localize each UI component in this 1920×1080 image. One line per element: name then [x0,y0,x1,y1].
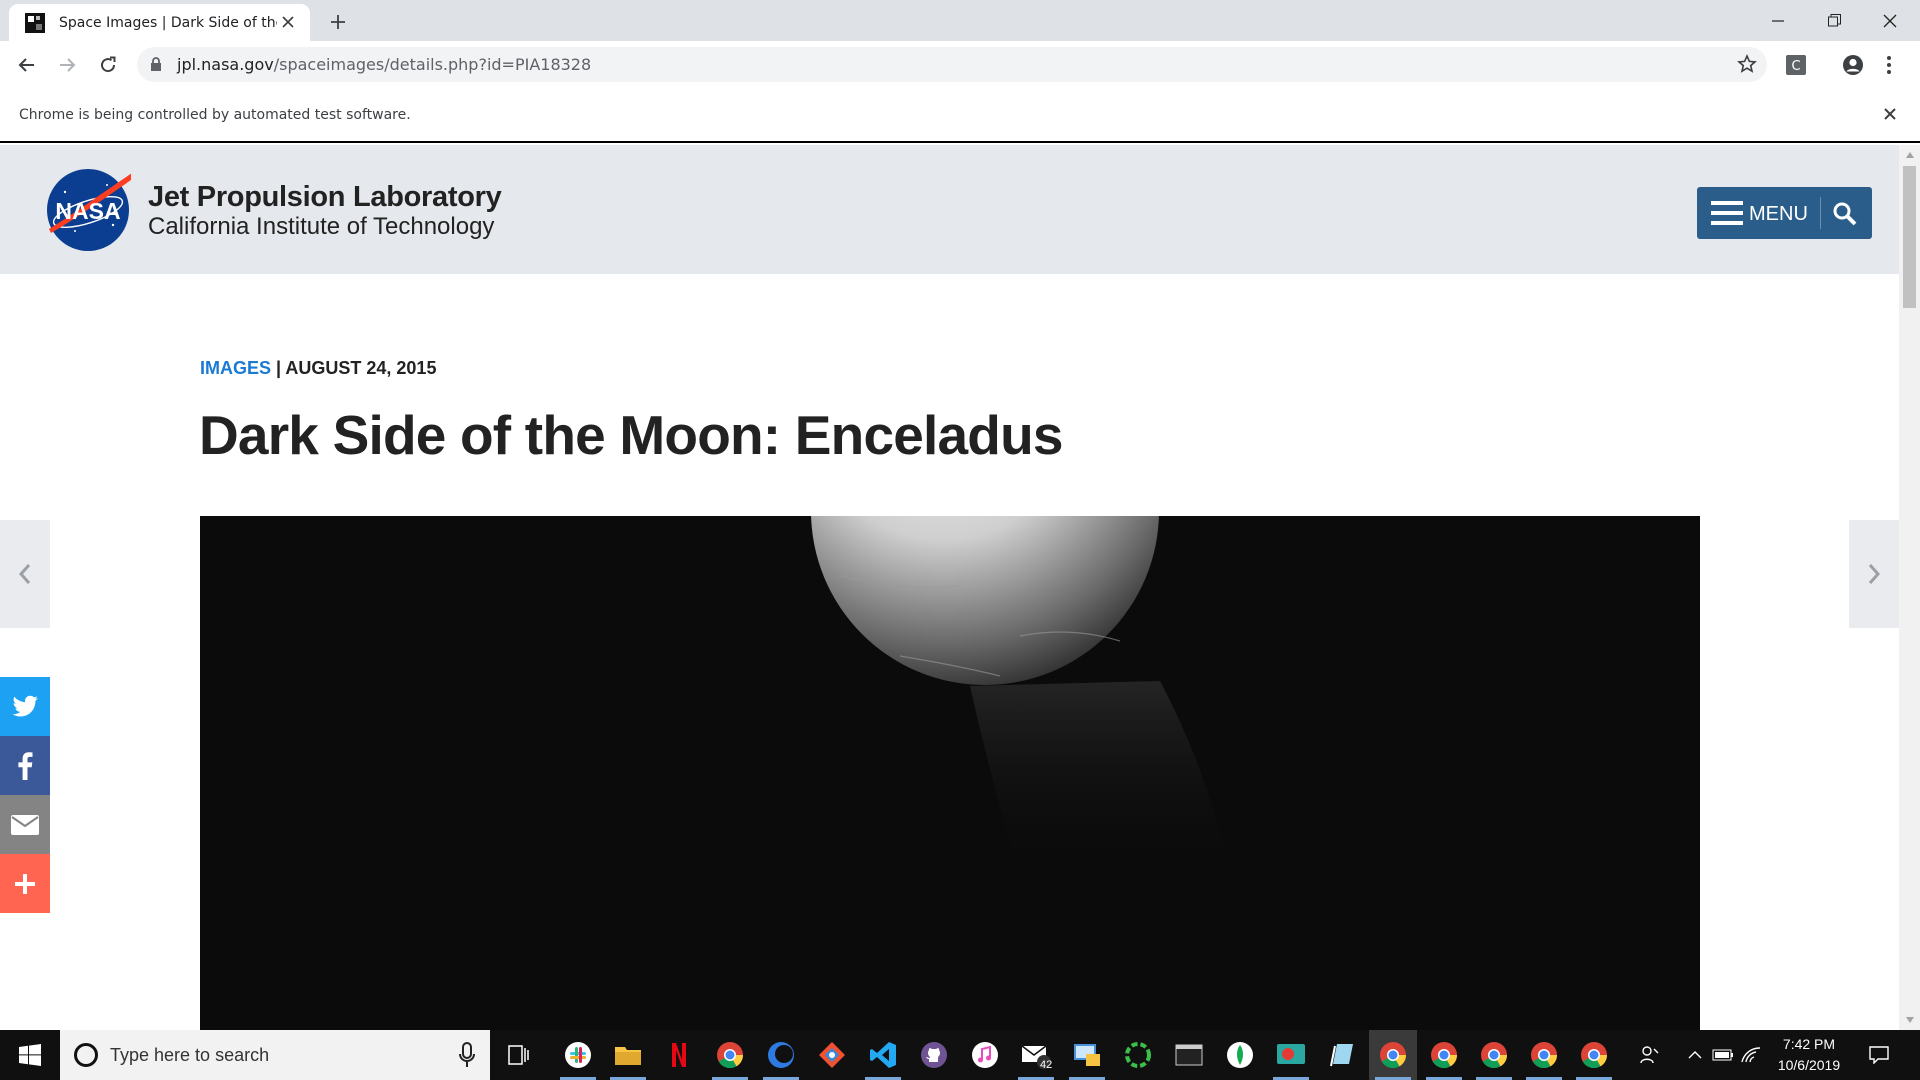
menu-label: MENU [1749,203,1808,225]
screen-recorder-icon[interactable] [1267,1030,1315,1080]
url-host: jpl.nasa.gov [177,55,274,74]
task-view-icon[interactable] [495,1030,543,1080]
reload-icon[interactable] [93,50,123,80]
chrome-window-icon[interactable] [1520,1030,1568,1080]
org-subtitle[interactable]: California Institute of Technology [148,213,494,241]
battery-icon[interactable] [1708,1030,1738,1080]
tab-title: Space Images | Dark Side of the Moon: En… [59,14,277,31]
scroll-down-arrow-icon[interactable] [1903,1013,1916,1027]
windows-start-icon[interactable] [0,1030,60,1080]
scroll-thumb[interactable] [1903,166,1916,308]
netflix-icon[interactable] [655,1030,703,1080]
control-panel-icon[interactable] [1063,1030,1111,1080]
lock-icon[interactable] [150,57,162,77]
twitter-icon [12,695,38,716]
svg-text:NASA: NASA [55,198,120,224]
org-name[interactable]: Jet Propulsion Laboratory [148,181,502,214]
next-image-button[interactable] [1849,520,1899,628]
page-title: Dark Side of the Moon: Enceladus [199,404,1064,466]
file-explorer-icon[interactable] [604,1030,652,1080]
email-icon [11,814,39,835]
share-twitter-button[interactable] [0,677,50,736]
microphone-icon[interactable] [458,1042,476,1068]
site-header: NASA Jet Propulsion Laboratory Californi… [0,145,1899,274]
profile-icon[interactable] [1842,54,1864,81]
back-icon[interactable] [12,50,42,80]
chrome-window-icon[interactable] [1570,1030,1618,1080]
share-more-button[interactable] [0,854,50,913]
extension-icon[interactable]: C [1786,55,1806,80]
clock-time: 7:42 PM [1782,1036,1836,1052]
browser-toolbar: jpl.nasa.gov/spaceimages/details.php?id=… [0,41,1920,88]
share-facebook-button[interactable] [0,736,50,795]
page-viewport: NASA Jet Propulsion Laboratory Californi… [0,145,1899,1030]
sync-app-icon[interactable] [1114,1030,1162,1080]
git-kraken-icon[interactable] [808,1030,856,1080]
previous-image-button[interactable] [0,520,50,628]
article-date: AUGUST 24, 2015 [285,358,437,378]
action-center-icon[interactable] [1864,1030,1894,1080]
kicker-separator: | [271,358,286,378]
mongodb-icon[interactable] [1216,1030,1264,1080]
bookmark-star-icon[interactable] [1737,54,1757,79]
taskbar-clock[interactable]: 7:42 PM 10/6/2019 [1764,1034,1854,1076]
facebook-icon [18,751,33,780]
svg-text:C: C [1791,59,1800,74]
browser-tab-active[interactable]: Space Images | Dark Side of the Moon: En… [9,4,310,41]
infobar-message: Chrome is being controlled by automated … [19,107,411,123]
category-link[interactable]: IMAGES [200,358,271,378]
clock-date: 10/6/2019 [1777,1057,1841,1073]
menu-button[interactable]: MENU [1697,187,1872,239]
kebab-menu-icon[interactable] [1886,54,1892,81]
new-tab-icon[interactable] [325,9,351,35]
chrome-window-icon[interactable] [1420,1030,1468,1080]
terminal-icon[interactable] [1165,1030,1213,1080]
hamburger-icon [1711,201,1743,225]
cortana-icon [74,1043,98,1067]
url-path: /spaceimages/details.php?id=PIA18328 [273,55,592,74]
scroll-up-arrow-icon[interactable] [1903,148,1916,162]
page-scrollbar[interactable] [1899,145,1920,1030]
notes-app-icon[interactable] [1318,1030,1366,1080]
automation-infobar: Chrome is being controlled by automated … [0,88,1920,143]
chrome-icon[interactable] [706,1030,754,1080]
address-bar[interactable]: jpl.nasa.gov/spaceimages/details.php?id=… [137,47,1767,82]
slack-icon[interactable] [554,1030,602,1080]
chrome-window-icon[interactable] [1470,1030,1518,1080]
itunes-icon[interactable] [961,1030,1009,1080]
people-icon[interactable] [1635,1030,1665,1080]
mail-badge: 42 [1040,1059,1053,1071]
nasa-logo-icon[interactable]: NASA [45,167,141,253]
share-email-button[interactable] [0,795,50,854]
close-tab-icon[interactable] [278,12,298,32]
chevron-up-icon[interactable] [1680,1030,1710,1080]
infobar-close-icon[interactable] [1880,104,1900,124]
github-icon[interactable] [910,1030,958,1080]
article-kicker: IMAGES | AUGUST 24, 2015 [200,358,436,379]
enceladus-image[interactable] [200,516,1700,1030]
taskbar-search[interactable]: Type here to search [60,1030,490,1080]
vscode-icon[interactable] [859,1030,907,1080]
edge-like-app-icon[interactable] [757,1030,805,1080]
jpl-favicon-icon [25,12,45,33]
mail-icon[interactable]: 42 [1012,1030,1060,1080]
minimize-icon[interactable] [1750,0,1806,41]
wifi-icon[interactable] [1736,1030,1766,1080]
plus-icon [15,873,35,894]
forward-icon[interactable] [52,50,82,80]
search-placeholder: Type here to search [110,1045,270,1065]
tab-strip: Space Images | Dark Side of the Moon: En… [0,0,1920,41]
url-text[interactable]: jpl.nasa.gov/spaceimages/details.php?id=… [177,55,591,74]
close-window-icon[interactable] [1862,0,1918,41]
chrome-window-icon[interactable] [1369,1030,1417,1080]
search-icon[interactable] [1830,199,1860,229]
restore-icon[interactable] [1806,0,1862,41]
menu-divider [1820,197,1821,229]
windows-taskbar: Type here to search 42 7:42 PM 10/6/2019 [0,1030,1920,1080]
